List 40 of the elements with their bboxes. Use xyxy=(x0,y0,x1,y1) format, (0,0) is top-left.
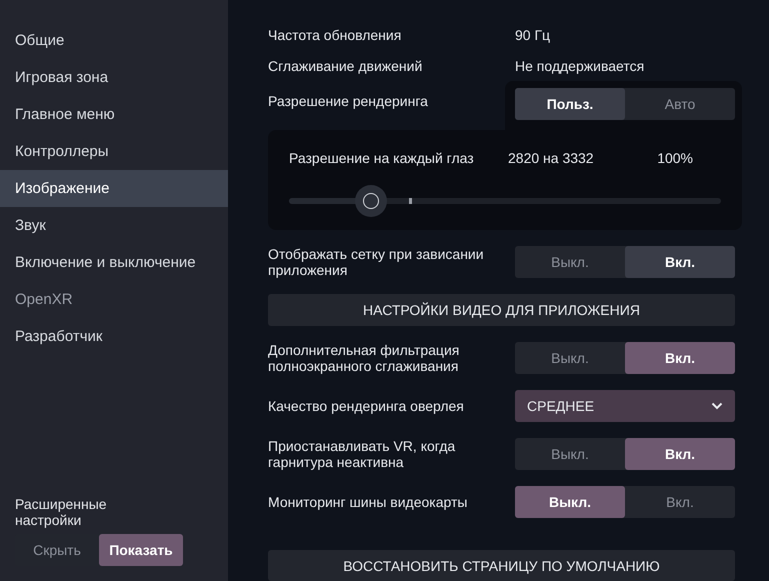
setting-label: Отображать сетку при зависании приложения xyxy=(268,246,485,278)
section-header: НАСТРОЙКИ ВИДЕО ДЛЯ ПРИЛОЖЕНИЯ xyxy=(268,294,735,326)
sidebar-item[interactable]: Изображение xyxy=(0,170,228,207)
resolution-value: 2820 на 3332 xyxy=(508,150,595,166)
setting-label: Качество рендеринга оверлея xyxy=(268,398,465,414)
setting-label: Разрешение на каждый глаз xyxy=(289,150,475,166)
setting-label: Приостанавливать VR, когда гарнитура неактивна xyxy=(268,438,456,470)
toggle-option[interactable]: Выкл. xyxy=(515,246,625,278)
chevron-down-icon xyxy=(711,402,723,410)
percent-value: 100% xyxy=(657,150,694,166)
sidebar-item[interactable]: Звук xyxy=(0,207,228,244)
setting-label: Дополнительная фильтрация полноэкранного сглаживания xyxy=(268,342,460,374)
slider-thumb[interactable] xyxy=(355,185,388,218)
toggle-option[interactable]: Скрыть xyxy=(15,534,99,566)
sidebar-item[interactable]: Разработчик xyxy=(0,318,228,355)
advanced-settings-label: Расширенные настройки xyxy=(15,496,108,528)
setting-label: Разрешение рендеринга xyxy=(268,92,429,111)
toggle-option[interactable]: Вкл. xyxy=(625,486,735,518)
setting-label: Частота обновления xyxy=(268,27,402,44)
sidebar-item[interactable]: Главное меню xyxy=(0,96,228,133)
sidebar-item[interactable]: Общие xyxy=(0,22,228,59)
setting-label: Сглаживание движений xyxy=(268,58,424,74)
toggle-option[interactable]: Показать xyxy=(99,534,183,566)
dropdown[interactable]: СРЕДНЕЕ xyxy=(515,390,735,422)
sidebar-item[interactable]: Игровая зона xyxy=(0,59,228,96)
toggle-option[interactable]: Авто xyxy=(625,88,735,120)
restore-defaults-button[interactable]: ВОССТАНОВИТЬ СТРАНИЦУ ПО УМОЛЧАНИЮ xyxy=(268,550,735,581)
default-tick xyxy=(409,198,412,204)
toggle-option[interactable]: Вкл. xyxy=(625,246,735,278)
setting-value: Не поддерживается xyxy=(515,58,644,74)
sidebar-item[interactable]: Включение и выключение xyxy=(0,244,228,281)
toggle-option[interactable]: Выкл. xyxy=(515,438,625,470)
toggle-option[interactable]: Вкл. xyxy=(625,342,735,374)
setting-value: 90 Гц xyxy=(515,27,550,44)
toggle-option[interactable]: Выкл. xyxy=(515,342,625,374)
toggle-option[interactable]: Выкл. xyxy=(515,486,625,518)
toggle-option[interactable]: Вкл. xyxy=(625,438,735,470)
toggle-option[interactable]: Польз. xyxy=(515,88,625,120)
setting-label: Мониторинг шины видеокарты xyxy=(268,494,468,510)
sidebar-item[interactable]: Контроллеры xyxy=(0,133,228,170)
